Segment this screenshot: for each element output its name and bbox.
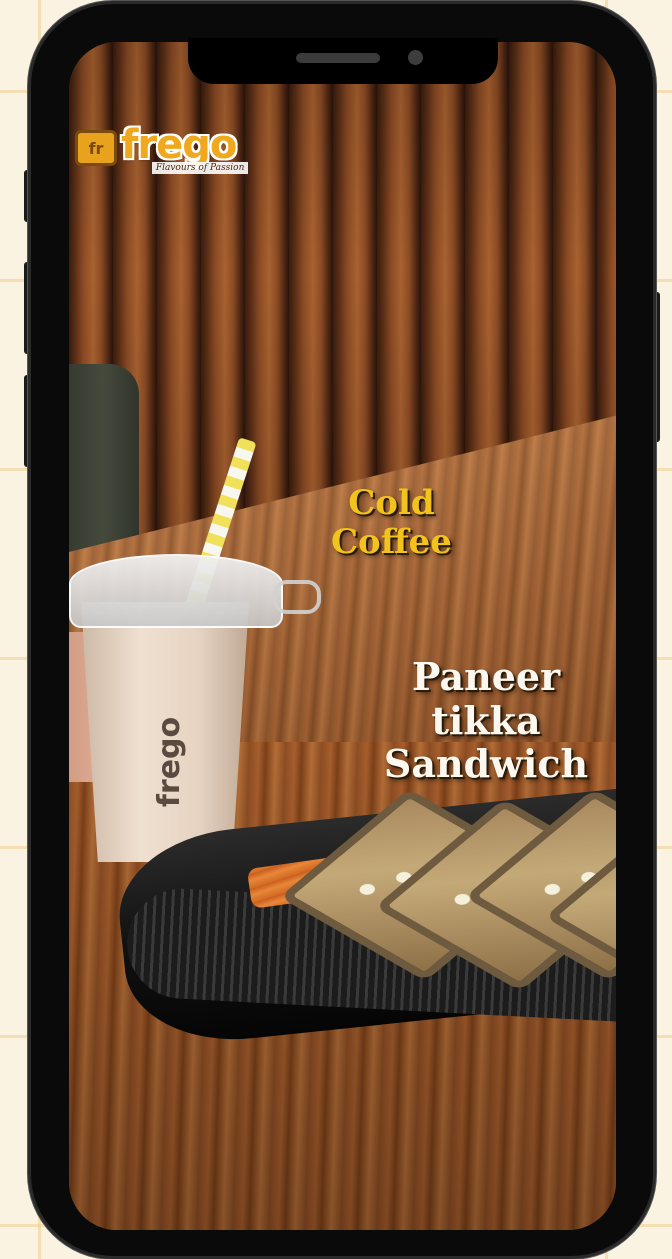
caption-sandwich-line1: Paneer tikka <box>411 654 561 743</box>
caption-paneer-tikka-sandwich: Paneer tikka Sandwich <box>356 655 616 786</box>
phone-frame: frego fr frego Flavours of Passion Cold … <box>31 4 653 1256</box>
caption-coffee-line2: Coffee <box>331 522 452 563</box>
cup-brand-text: frego <box>151 716 187 808</box>
logo-wordmark: frego <box>121 122 237 168</box>
caption-coffee-line1: Cold <box>348 483 435 523</box>
caption-sandwich-line2: Sandwich <box>383 741 589 787</box>
logo-mark-icon: fr <box>75 130 117 166</box>
video-screen[interactable]: frego fr frego Flavours of Passion Cold … <box>69 42 616 1230</box>
cup-lid <box>69 554 283 628</box>
speaker-grille <box>296 53 380 63</box>
frego-logo: fr frego Flavours of Passion <box>75 122 249 174</box>
caption-cold-coffee: Cold Coffee <box>331 483 452 563</box>
cup-lid-tab <box>273 580 321 614</box>
front-camera-icon <box>408 50 423 65</box>
logo-tagline: Flavours of Passion <box>151 162 249 174</box>
